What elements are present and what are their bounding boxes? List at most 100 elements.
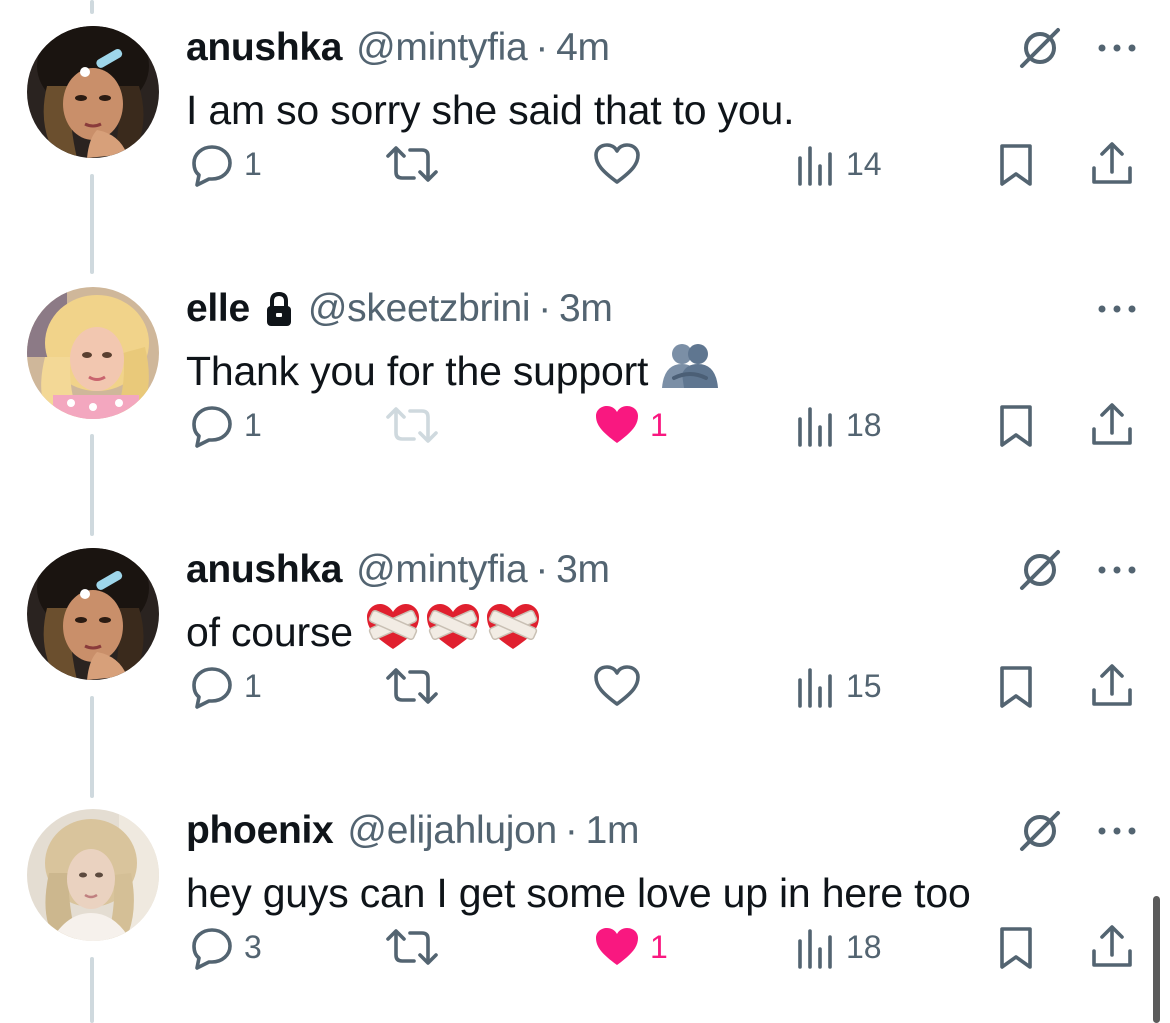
grok-icon[interactable] bbox=[1016, 24, 1064, 72]
share-button[interactable] bbox=[1088, 921, 1136, 973]
more-icon[interactable] bbox=[1094, 285, 1140, 333]
heart-icon bbox=[596, 928, 638, 965]
bookmark-button[interactable] bbox=[996, 399, 1036, 451]
share-icon bbox=[1092, 925, 1132, 967]
repost-button[interactable] bbox=[384, 138, 440, 190]
repost-icon bbox=[386, 407, 438, 443]
heart-icon bbox=[594, 143, 640, 184]
repost-button[interactable] bbox=[384, 660, 440, 712]
display-name[interactable]: elle bbox=[186, 287, 250, 331]
action-bar: 1 bbox=[0, 660, 1170, 712]
reply-button[interactable]: 1 bbox=[188, 399, 262, 451]
action-bar: 1 bbox=[0, 138, 1170, 190]
tweet[interactable]: anushka @mintyfia · 3m of course 1 15 bbox=[0, 522, 1170, 783]
bookmark-icon bbox=[1000, 927, 1032, 969]
tweet-header: anushka @mintyfia · 3m bbox=[186, 546, 610, 594]
share-icon bbox=[1092, 664, 1132, 706]
bookmark-icon bbox=[1000, 405, 1032, 447]
heart-icon bbox=[596, 406, 638, 443]
bookmark-icon bbox=[1000, 666, 1032, 708]
reply-count: 3 bbox=[244, 928, 262, 965]
tweet[interactable]: elle @skeetzbrini · 3m Thank you for the… bbox=[0, 261, 1170, 522]
tweet-header: anushka @mintyfia · 4m bbox=[186, 24, 610, 72]
views-icon bbox=[798, 146, 832, 186]
people-hugging-emoji bbox=[660, 342, 720, 400]
bookmark-button[interactable] bbox=[996, 921, 1036, 973]
tweet-text-row: of course bbox=[186, 604, 541, 658]
like-count: 1 bbox=[650, 928, 668, 965]
like-button[interactable] bbox=[592, 138, 642, 190]
like-button[interactable]: 1 bbox=[592, 399, 668, 451]
user-handle[interactable]: @elijahlujon bbox=[347, 809, 557, 853]
tweet-text: Thank you for the support bbox=[186, 347, 649, 394]
view-count: 14 bbox=[846, 145, 882, 182]
view-count: 18 bbox=[846, 928, 882, 965]
grok-icon[interactable] bbox=[1016, 807, 1064, 855]
separator-dot: · bbox=[538, 287, 551, 330]
share-button[interactable] bbox=[1088, 399, 1136, 451]
repost-icon bbox=[386, 146, 438, 182]
separator-dot: · bbox=[564, 809, 578, 852]
tweet-text-row: I am so sorry she said that to you. bbox=[186, 84, 794, 136]
user-handle[interactable]: @mintyfia bbox=[356, 548, 528, 592]
user-handle[interactable]: @mintyfia bbox=[356, 26, 528, 70]
reply-button[interactable]: 1 bbox=[188, 138, 262, 190]
views-icon bbox=[798, 407, 832, 447]
tweet-header: elle @skeetzbrini · 3m bbox=[186, 285, 613, 333]
display-name[interactable]: anushka bbox=[186, 548, 342, 592]
views-icon bbox=[798, 929, 832, 969]
like-button[interactable]: 1 bbox=[592, 921, 668, 973]
reply-icon bbox=[192, 928, 232, 970]
timestamp[interactable]: 3m bbox=[559, 287, 613, 331]
like-button[interactable] bbox=[592, 660, 642, 712]
scrollbar[interactable] bbox=[1153, 896, 1160, 1023]
tweet-header: phoenix @elijahlujon · 1m bbox=[186, 807, 639, 855]
tweet-text-row: Thank you for the support bbox=[186, 342, 720, 400]
views-button[interactable]: 18 bbox=[796, 399, 882, 451]
reply-count: 1 bbox=[244, 667, 262, 704]
reply-icon bbox=[192, 667, 232, 709]
tweet-text-row: hey guys can I get some love up in here … bbox=[186, 867, 971, 919]
display-name[interactable]: anushka bbox=[186, 26, 342, 70]
repost-button-disabled bbox=[384, 399, 440, 451]
share-button[interactable] bbox=[1088, 138, 1136, 190]
heart-icon bbox=[594, 665, 640, 706]
mending-heart-emoji bbox=[365, 601, 541, 663]
share-icon bbox=[1092, 142, 1132, 184]
share-button[interactable] bbox=[1088, 660, 1136, 712]
tweet[interactable]: anushka @mintyfia · 4m I am so sorry she… bbox=[0, 0, 1170, 261]
reply-icon bbox=[192, 406, 232, 448]
timestamp[interactable]: 1m bbox=[586, 809, 640, 853]
bookmark-icon bbox=[1000, 144, 1032, 186]
like-count: 1 bbox=[650, 406, 668, 443]
grok-icon[interactable] bbox=[1016, 546, 1064, 594]
tweet[interactable]: phoenix @elijahlujon · 1m hey guys can I… bbox=[0, 783, 1170, 1023]
repost-icon bbox=[386, 929, 438, 965]
share-icon bbox=[1092, 403, 1132, 445]
display-name[interactable]: phoenix bbox=[186, 809, 334, 853]
more-icon[interactable] bbox=[1094, 807, 1140, 855]
separator-dot: · bbox=[535, 26, 549, 69]
reply-button[interactable]: 3 bbox=[188, 921, 262, 973]
reply-icon bbox=[192, 145, 232, 187]
bookmark-button[interactable] bbox=[996, 660, 1036, 712]
repost-button[interactable] bbox=[384, 921, 440, 973]
view-count: 18 bbox=[846, 406, 882, 443]
tweet-text: of course bbox=[186, 608, 353, 655]
views-icon bbox=[798, 668, 832, 708]
tweet-text: I am so sorry she said that to you. bbox=[186, 86, 795, 133]
user-handle[interactable]: @skeetzbrini bbox=[308, 287, 531, 331]
views-button[interactable]: 14 bbox=[796, 138, 882, 190]
more-icon[interactable] bbox=[1094, 24, 1140, 72]
timestamp[interactable]: 4m bbox=[556, 26, 610, 70]
action-bar: 1 1 18 bbox=[0, 399, 1170, 451]
timestamp[interactable]: 3m bbox=[556, 548, 610, 592]
bookmark-button[interactable] bbox=[996, 138, 1036, 190]
tweet-text: hey guys can I get some love up in here … bbox=[186, 869, 971, 916]
reply-button[interactable]: 1 bbox=[188, 660, 262, 712]
reply-count: 1 bbox=[244, 145, 262, 182]
views-button[interactable]: 18 bbox=[796, 921, 882, 973]
views-button[interactable]: 15 bbox=[796, 660, 882, 712]
repost-icon bbox=[386, 668, 438, 704]
more-icon[interactable] bbox=[1094, 546, 1140, 594]
